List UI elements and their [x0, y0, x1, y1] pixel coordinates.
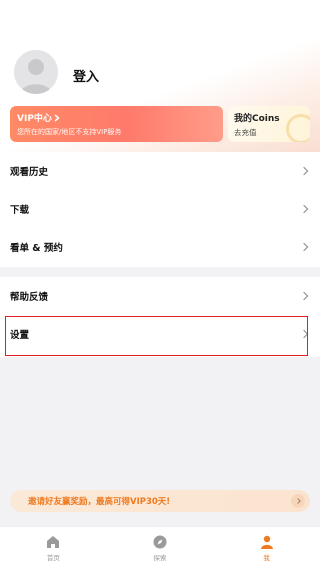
menu-item-label: 设置 [10, 330, 30, 341]
menu-item-watchlist[interactable]: 看单 & 预约 [0, 228, 320, 266]
tab-me[interactable]: 我 [213, 527, 320, 569]
bottom-tab-bar: 首页 探索 我 [0, 526, 320, 569]
invite-friends-banner[interactable]: 邀请好友赢奖励，最高可得VIP30天! [10, 490, 310, 512]
login-link[interactable]: 登入 [73, 66, 99, 85]
default-avatar-icon [14, 50, 58, 94]
chevron-right-icon [299, 204, 309, 214]
avatar[interactable] [12, 48, 60, 96]
invite-label: 邀请好友赢奖励，最高可得VIP30天! [28, 497, 171, 507]
scan-button[interactable] [253, 5, 275, 27]
menu-group-primary: 观看历史 下载 看单 & 预约 [0, 152, 320, 267]
vip-center-card[interactable]: VIP中心 您所在的国家/地区不支持VIP服务 [10, 106, 223, 142]
tab-home[interactable]: 首页 [0, 527, 107, 569]
vip-subtitle: 您所在的国家/地区不支持VIP服务 [17, 128, 122, 136]
menu-item-label: 看单 & 预约 [10, 243, 63, 254]
tab-explore[interactable]: 探索 [107, 527, 214, 569]
coin-decoration-icon [286, 114, 310, 142]
menu-group-secondary: 帮助反馈 设置 [0, 277, 320, 357]
home-icon [47, 536, 60, 548]
vip-title: VIP中心 [17, 114, 52, 124]
menu-item-downloads[interactable]: 下载 [0, 190, 320, 228]
menu-item-help-feedback[interactable]: 帮助反馈 [0, 277, 320, 315]
scan-icon [257, 9, 271, 23]
chevron-right-icon [291, 494, 305, 508]
notification-button[interactable] [288, 5, 310, 27]
menu-item-label: 下载 [10, 205, 30, 216]
menu-item-label: 帮助反馈 [10, 292, 49, 303]
tab-label: 首页 [46, 554, 60, 562]
menu-item-settings[interactable]: 设置 [0, 315, 320, 353]
chevron-right-icon [299, 329, 309, 339]
menu-item-label: 观看历史 [10, 167, 49, 178]
chevron-right-icon [299, 242, 309, 252]
chevron-right-icon [54, 113, 60, 122]
battery-icon [279, 4, 285, 13]
tab-label: 探索 [153, 554, 167, 562]
chevron-right-icon [299, 166, 309, 176]
tab-label: 我 [263, 554, 270, 562]
bell-icon [294, 10, 304, 23]
compass-icon [153, 535, 167, 549]
menu-item-watch-history[interactable]: 观看历史 [0, 152, 320, 190]
chevron-right-icon [299, 291, 309, 301]
coins-card[interactable]: 我的Coins 去充值 [228, 106, 310, 142]
profile-icon [260, 535, 273, 549]
